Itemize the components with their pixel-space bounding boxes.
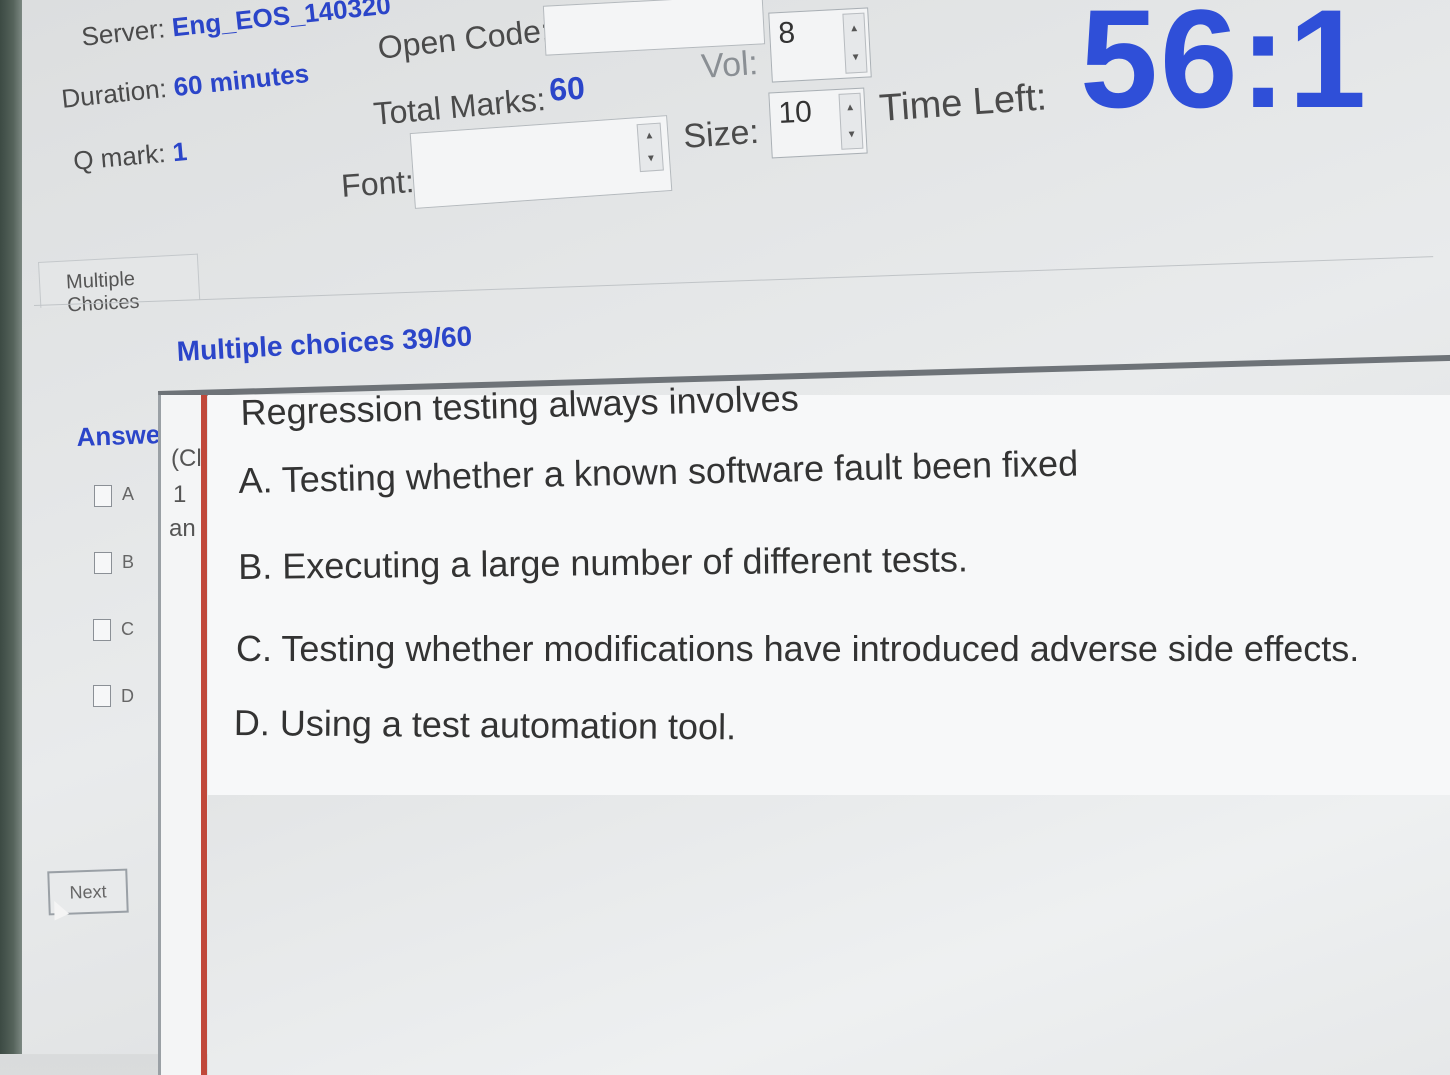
qmark-value: 1 [171, 136, 189, 168]
narrow-text-3: an [169, 515, 196, 542]
monitor-bezel [0, 0, 22, 1054]
answer-key-a: A [122, 484, 135, 504]
next-button-label: Next [69, 880, 107, 903]
narrow-text-1: (Cl [171, 445, 202, 472]
option-c[interactable]: C. Testing whether modifications have in… [236, 628, 1359, 670]
size-spinner[interactable]: 10 ▲ ▼ [768, 87, 868, 159]
time-left-value: 56:1 [1080, 0, 1369, 137]
question-lower-area [208, 795, 1450, 1075]
narrow-text-2: 1 [173, 481, 187, 508]
narrow-column: (Cl 1 an [158, 395, 207, 1075]
answer-key-d: D [121, 686, 134, 706]
vol-label: Vol: [700, 44, 760, 86]
vol-spinner-arrows[interactable]: ▲ ▼ [842, 12, 868, 74]
vol-spinner[interactable]: 8 ▲ ▼ [768, 7, 872, 83]
answer-checkbox-b[interactable] [94, 552, 112, 574]
answer-checkbox-a[interactable] [94, 485, 112, 507]
option-b[interactable]: B. Executing a large number of different… [238, 538, 968, 588]
answer-checkbox-c[interactable] [93, 619, 111, 641]
size-value: 10 [777, 95, 813, 131]
option-d[interactable]: D. Using a test automation tool. [234, 702, 737, 748]
up-arrow-icon[interactable]: ▲ [843, 14, 864, 44]
up-arrow-icon[interactable]: ▲ [638, 124, 662, 148]
down-arrow-icon[interactable]: ▼ [841, 121, 862, 149]
size-label: Size: [682, 112, 761, 156]
vol-value: 8 [777, 16, 796, 51]
font-label: Font: [340, 162, 416, 204]
answer-checkbox-d[interactable] [93, 685, 111, 707]
answer-key-c: C [121, 619, 134, 639]
down-arrow-icon[interactable]: ▼ [639, 147, 663, 171]
total-marks-value: 60 [548, 69, 587, 108]
font-spinner-arrows[interactable]: ▲ ▼ [636, 122, 664, 173]
size-spinner-arrows[interactable]: ▲ ▼ [838, 92, 864, 150]
answer-key-b: B [122, 552, 135, 572]
down-arrow-icon[interactable]: ▼ [845, 43, 866, 73]
answer-label: Answer [76, 418, 171, 452]
up-arrow-icon[interactable]: ▲ [840, 94, 861, 122]
